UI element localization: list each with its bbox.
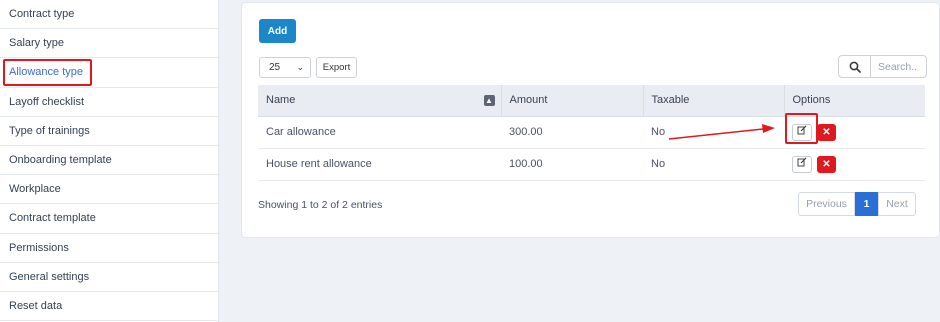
add-button[interactable]: Add bbox=[259, 19, 296, 43]
highlight-box bbox=[3, 59, 92, 87]
sidebar-item-contract-template[interactable]: Contract template bbox=[0, 204, 218, 234]
column-header-name[interactable]: Name ▲ bbox=[258, 85, 502, 117]
sidebar-item-label: Onboarding template bbox=[9, 153, 112, 166]
page-button-current[interactable]: 1 bbox=[855, 192, 878, 216]
previous-page-button[interactable]: Previous bbox=[798, 192, 855, 216]
cell-taxable: No bbox=[643, 116, 784, 149]
cell-name: Car allowance bbox=[258, 116, 501, 149]
sidebar-item-label: Layoff checklist bbox=[9, 95, 85, 108]
sidebar-item-label: Permissions bbox=[9, 241, 69, 254]
column-header-label: Taxable bbox=[651, 94, 690, 107]
delete-button[interactable]: ✕ bbox=[817, 123, 836, 141]
sidebar-item-type-of-trainings[interactable]: Type of trainings bbox=[0, 117, 218, 146]
sidebar-item-permissions[interactable]: Permissions bbox=[0, 234, 218, 263]
search-icon[interactable] bbox=[839, 56, 871, 77]
search-box bbox=[838, 55, 927, 78]
settings-sidebar: Contract type Salary type Allowance type… bbox=[0, 0, 219, 322]
next-page-button[interactable]: Next bbox=[878, 192, 916, 216]
column-header-options: Options bbox=[784, 85, 925, 117]
cell-name: House rent allowance bbox=[258, 148, 501, 181]
sidebar-item-label: General settings bbox=[9, 270, 90, 283]
delete-button[interactable]: ✕ bbox=[817, 155, 836, 173]
sidebar-item-label: Contract type bbox=[9, 8, 75, 20]
column-header-taxable[interactable]: Taxable bbox=[643, 85, 785, 117]
sidebar-item-salary-type[interactable]: Salary type bbox=[0, 29, 218, 59]
sidebar-item-workplace[interactable]: Workplace bbox=[0, 175, 218, 205]
column-header-amount[interactable]: Amount bbox=[501, 85, 644, 117]
table-header-row: Name ▲ Amount Taxable Options bbox=[258, 85, 925, 117]
cell-options: ✕ bbox=[784, 148, 925, 181]
chevron-down-icon: ⌄ bbox=[296, 62, 304, 72]
sidebar-item-allowance-type[interactable]: Allowance type bbox=[0, 58, 218, 88]
cell-amount: 300.00 bbox=[501, 116, 643, 149]
sidebar-item-label: Salary type bbox=[9, 37, 65, 50]
edit-button[interactable] bbox=[792, 155, 812, 173]
search-input[interactable] bbox=[872, 56, 926, 77]
table-row: House rent allowance 100.00 No ✕ bbox=[258, 148, 925, 181]
cell-amount: 100.00 bbox=[501, 148, 643, 181]
sidebar-item-onboarding-template[interactable]: Onboarding template bbox=[0, 146, 218, 176]
cell-taxable: No bbox=[643, 148, 784, 181]
sidebar-item-label: Workplace bbox=[9, 183, 61, 196]
sidebar-item-layoff-checklist[interactable]: Layoff checklist bbox=[0, 88, 218, 117]
allowance-type-panel: Add 25 ⌄ Export Name ▲ Amount Taxable Opt… bbox=[241, 2, 940, 238]
page-length-select[interactable]: 25 ⌄ bbox=[259, 57, 311, 78]
highlight-box bbox=[785, 113, 818, 144]
table-info: Showing 1 to 2 of 2 entries bbox=[258, 199, 383, 211]
edit-icon bbox=[797, 157, 807, 166]
column-header-label: Amount bbox=[509, 94, 548, 107]
sidebar-item-reset-data[interactable]: Reset data bbox=[0, 292, 218, 322]
export-button[interactable]: Export bbox=[316, 57, 357, 78]
column-header-label: Name bbox=[266, 94, 296, 107]
column-header-label: Options bbox=[792, 94, 831, 107]
sidebar-item-label: Contract template bbox=[9, 212, 96, 225]
pagination: Previous 1 Next bbox=[798, 192, 916, 216]
sidebar-item-contract-type[interactable]: Contract type bbox=[0, 0, 218, 30]
sort-asc-icon[interactable]: ▲ bbox=[483, 95, 495, 106]
sidebar-item-general-settings[interactable]: General settings bbox=[0, 263, 218, 292]
page-length-value: 25 bbox=[269, 62, 281, 73]
sidebar-item-label: Type of trainings bbox=[9, 124, 90, 137]
sidebar-item-label: Reset data bbox=[9, 299, 63, 312]
allowance-table: Name ▲ Amount Taxable Options Car allowan… bbox=[258, 85, 925, 181]
table-row: Car allowance 300.00 No ✕ bbox=[258, 116, 925, 149]
